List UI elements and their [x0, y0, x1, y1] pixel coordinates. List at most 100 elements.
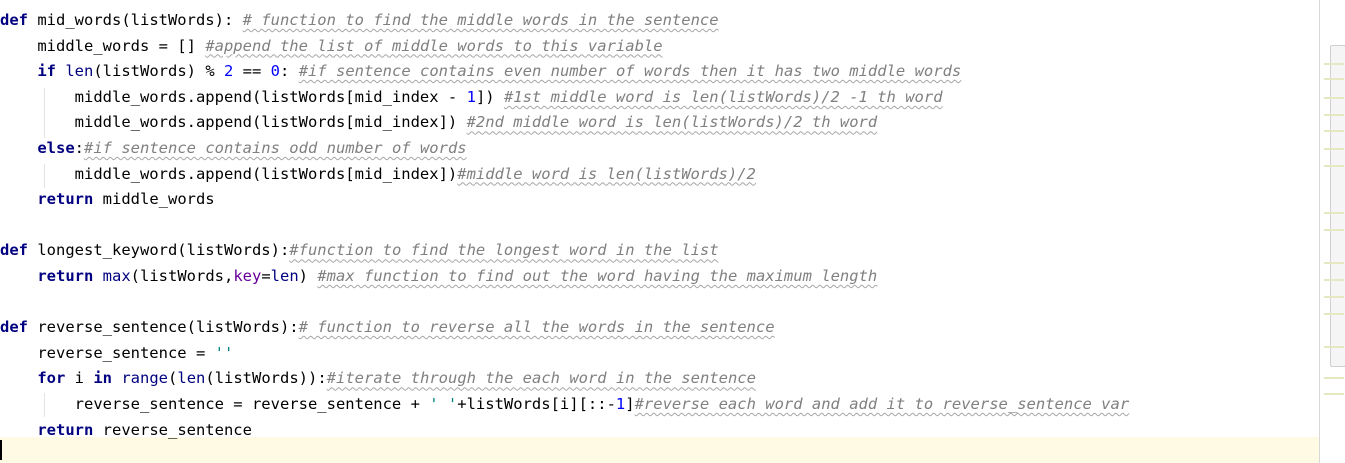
code-comment: # function to find the middle words in t… — [242, 11, 719, 29]
code-token: reverse_sentence = reverse_sentence + — [0, 395, 430, 413]
error-stripe-mark[interactable] — [1324, 165, 1344, 167]
code-line[interactable]: return reverse_sentence — [0, 418, 252, 443]
code-line[interactable]: middle_words.append(listWords[mid_index … — [0, 85, 943, 110]
code-token: 1 — [466, 87, 476, 106]
code-comment: #1st middle word is len(listWords)/2 -1 … — [503, 87, 943, 106]
vertical-scrollbar[interactable] — [1320, 0, 1345, 463]
code-token: reverse_sentence(listWords): — [28, 318, 299, 337]
code-token: len — [65, 62, 94, 81]
code-token: key — [233, 267, 262, 285]
scrollbar-thumb[interactable] — [1330, 45, 1345, 367]
code-token: : — [280, 62, 299, 81]
code-token: ]) — [475, 87, 504, 106]
code-line[interactable]: def longest_keyword(listWords):#function… — [0, 238, 719, 263]
error-stripe-mark[interactable] — [1324, 313, 1344, 315]
error-stripe-mark[interactable] — [1324, 229, 1344, 231]
code-token: 2 — [224, 62, 234, 81]
code-comment: #middle word is len(listWords)/2 — [457, 164, 756, 183]
code-token: (listWords) % — [93, 62, 224, 81]
code-comment: #iterate through the each word in the se… — [326, 369, 756, 388]
code-keyword: for — [37, 369, 66, 388]
code-line[interactable]: return middle_words — [0, 187, 215, 212]
error-stripe-mark[interactable] — [1324, 212, 1344, 214]
code-token: mid_words(listWords): — [28, 11, 243, 29]
code-line[interactable]: def reverse_sentence(listWords):# functi… — [0, 315, 775, 340]
code-line[interactable]: reverse_sentence = reverse_sentence + ' … — [0, 392, 1130, 417]
code-token: middle_words.append(listWords[mid_index]… — [0, 164, 458, 183]
error-stripe-mark[interactable] — [1324, 377, 1344, 379]
code-token: +listWords[i][::- — [457, 395, 616, 413]
error-stripe-mark[interactable] — [1324, 114, 1344, 116]
code-token: ' ' — [429, 395, 458, 413]
code-line[interactable]: for i in range(len(listWords)):#iterate … — [0, 366, 756, 391]
code-token: max — [102, 267, 131, 285]
code-token: 0 — [270, 62, 281, 81]
code-keyword: return — [37, 267, 94, 285]
code-line[interactable]: middle_words.append(listWords[mid_index]… — [0, 162, 756, 187]
code-token: len — [270, 267, 299, 285]
code-token: ] — [625, 395, 635, 413]
code-token: == — [233, 62, 271, 81]
code-comment: #if sentence contains even number of wor… — [298, 62, 962, 81]
code-editor[interactable]: def mid_words(listWords): # function to … — [0, 0, 1320, 463]
code-token: 1 — [615, 395, 626, 413]
code-token: middle_words.append(listWords[mid_index]… — [0, 113, 467, 132]
code-token: = — [261, 267, 271, 285]
code-comment: # function to reverse all the words in t… — [298, 318, 775, 337]
code-comment: #if sentence contains odd number of word… — [84, 139, 467, 157]
code-comment: #reverse each word and add it to reverse… — [634, 395, 1130, 413]
code-token: reverse_sentence — [93, 420, 252, 439]
code-token: ) — [298, 267, 318, 285]
code-token: : — [74, 139, 84, 157]
code-token: range — [121, 369, 169, 388]
code-keyword: def — [0, 241, 28, 260]
error-stripe-mark[interactable] — [1324, 346, 1344, 348]
error-stripe-mark[interactable] — [1324, 262, 1344, 264]
error-stripe-mark[interactable] — [1324, 393, 1344, 395]
code-line[interactable]: middle_words = [] #append the list of mi… — [0, 34, 663, 59]
code-line[interactable]: else:#if sentence contains odd number of… — [0, 136, 467, 161]
code-token: (listWords, — [130, 267, 234, 285]
error-stripe-mark[interactable] — [1324, 78, 1344, 80]
code-keyword: def — [0, 11, 28, 29]
code-line[interactable]: return max(listWords,key=len) #max funct… — [0, 264, 877, 289]
code-comment: #2nd middle word is len(listWords)/2 th … — [466, 113, 878, 132]
error-stripe-mark[interactable] — [1324, 130, 1344, 132]
code-token: middle_words = [] — [0, 36, 206, 55]
code-comment: #max function to find out the word havin… — [317, 267, 878, 285]
code-keyword: return — [37, 190, 94, 209]
code-line[interactable]: middle_words.append(listWords[mid_index]… — [0, 110, 878, 135]
code-keyword: in — [93, 369, 112, 388]
code-line[interactable]: if len(listWords) % 2 == 0: #if sentence… — [0, 59, 961, 84]
code-token: len — [177, 369, 206, 388]
code-comment: #append the list of middle words to this… — [205, 36, 663, 55]
code-token: (listWords)): — [205, 369, 327, 388]
code-token: middle_words.append(listWords[mid_index … — [0, 87, 467, 106]
code-token: '' — [214, 343, 234, 362]
error-stripe-mark[interactable] — [1324, 296, 1344, 298]
error-stripe-mark[interactable] — [1324, 63, 1344, 65]
code-keyword: def — [0, 318, 28, 337]
error-stripe-mark[interactable] — [1324, 279, 1344, 281]
code-line[interactable]: def mid_words(listWords): # function to … — [0, 8, 719, 33]
code-keyword: if — [37, 62, 56, 81]
code-token: ( — [168, 369, 178, 388]
code-token: reverse_sentence = — [0, 343, 215, 362]
code-keyword: return — [37, 420, 94, 439]
code-comment: #function to find the longest word in th… — [289, 241, 719, 260]
code-line[interactable]: reverse_sentence = '' — [0, 341, 233, 366]
error-stripe-mark[interactable] — [1324, 148, 1344, 150]
code-token: i — [65, 369, 94, 388]
error-stripe-mark[interactable] — [1324, 97, 1344, 99]
code-keyword: else — [37, 139, 75, 157]
code-token: middle_words — [93, 190, 215, 209]
